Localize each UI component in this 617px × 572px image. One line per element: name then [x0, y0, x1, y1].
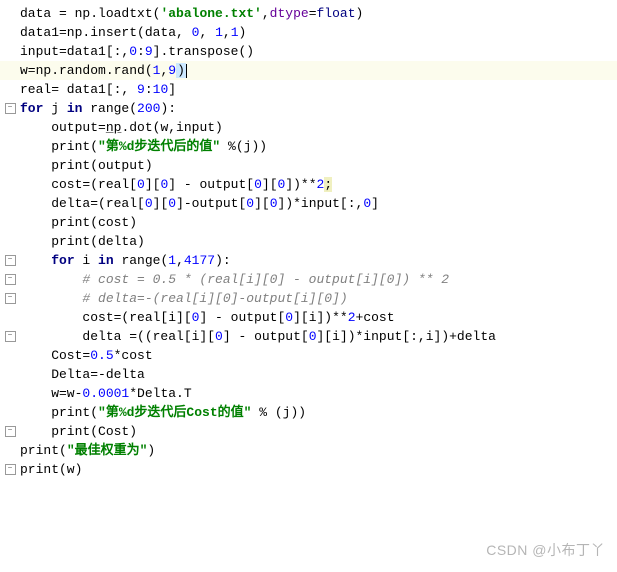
cursor-selection: )	[176, 63, 186, 78]
code-line[interactable]: # cost = 0.5 * (real[i][0] - output[i][0…	[20, 270, 449, 289]
code-line[interactable]: w=np.random.rand(1,9)	[20, 61, 187, 80]
code-line[interactable]: for i in range(1,4177):	[20, 251, 231, 270]
code-line[interactable]: data1=np.insert(data, 0, 1,1)	[20, 23, 246, 42]
code-line[interactable]: output=np.dot(w,input)	[20, 118, 223, 137]
fold-icon[interactable]: −	[0, 426, 20, 437]
fold-icon[interactable]: −	[0, 464, 20, 475]
code-line[interactable]: print(output)	[20, 156, 153, 175]
code-line[interactable]: cost=(real[0][0] - output[0][0])**2;	[20, 175, 332, 194]
code-line[interactable]: print("第%d步迭代后Cost的值" % (j))	[20, 403, 306, 422]
code-line[interactable]: data = np.loadtxt('abalone.txt',dtype=fl…	[20, 4, 363, 23]
fold-icon[interactable]: −	[0, 103, 20, 114]
watermark: CSDN @小布丁丫	[486, 540, 605, 560]
code-line[interactable]: for j in range(200):	[20, 99, 176, 118]
code-line[interactable]: real= data1[:, 9:10]	[20, 80, 176, 99]
code-line[interactable]: # delta=-(real[i][0]-output[i][0])	[20, 289, 348, 308]
code-line[interactable]: print(delta)	[20, 232, 145, 251]
caret	[186, 64, 187, 78]
code-line[interactable]: print("最佳权重为")	[20, 441, 155, 460]
code-line[interactable]: print(w)	[20, 460, 82, 479]
code-line[interactable]: cost=(real[i][0] - output[0][i])**2+cost	[20, 308, 395, 327]
fold-icon[interactable]: −	[0, 255, 20, 266]
code-line[interactable]: Delta=-delta	[20, 365, 145, 384]
code-line[interactable]: delta=(real[0][0]-output[0][0])*input[:,…	[20, 194, 379, 213]
code-line[interactable]: Cost=0.5*cost	[20, 346, 153, 365]
fold-icon[interactable]: −	[0, 274, 20, 285]
code-line[interactable]: w=w-0.0001*Delta.T	[20, 384, 192, 403]
code-line[interactable]: input=data1[:,0:9].transpose()	[20, 42, 254, 61]
code-line[interactable]: print(Cost)	[20, 422, 137, 441]
code-line[interactable]: delta =((real[i][0] - output[0][i])*inpu…	[20, 327, 496, 346]
fold-icon[interactable]: −	[0, 331, 20, 342]
code-line[interactable]: print("第%d步迭代后的值" %(j))	[20, 137, 267, 156]
fold-icon[interactable]: −	[0, 293, 20, 304]
code-editor[interactable]: data = np.loadtxt('abalone.txt',dtype=fl…	[0, 0, 617, 479]
code-line[interactable]: print(cost)	[20, 213, 137, 232]
